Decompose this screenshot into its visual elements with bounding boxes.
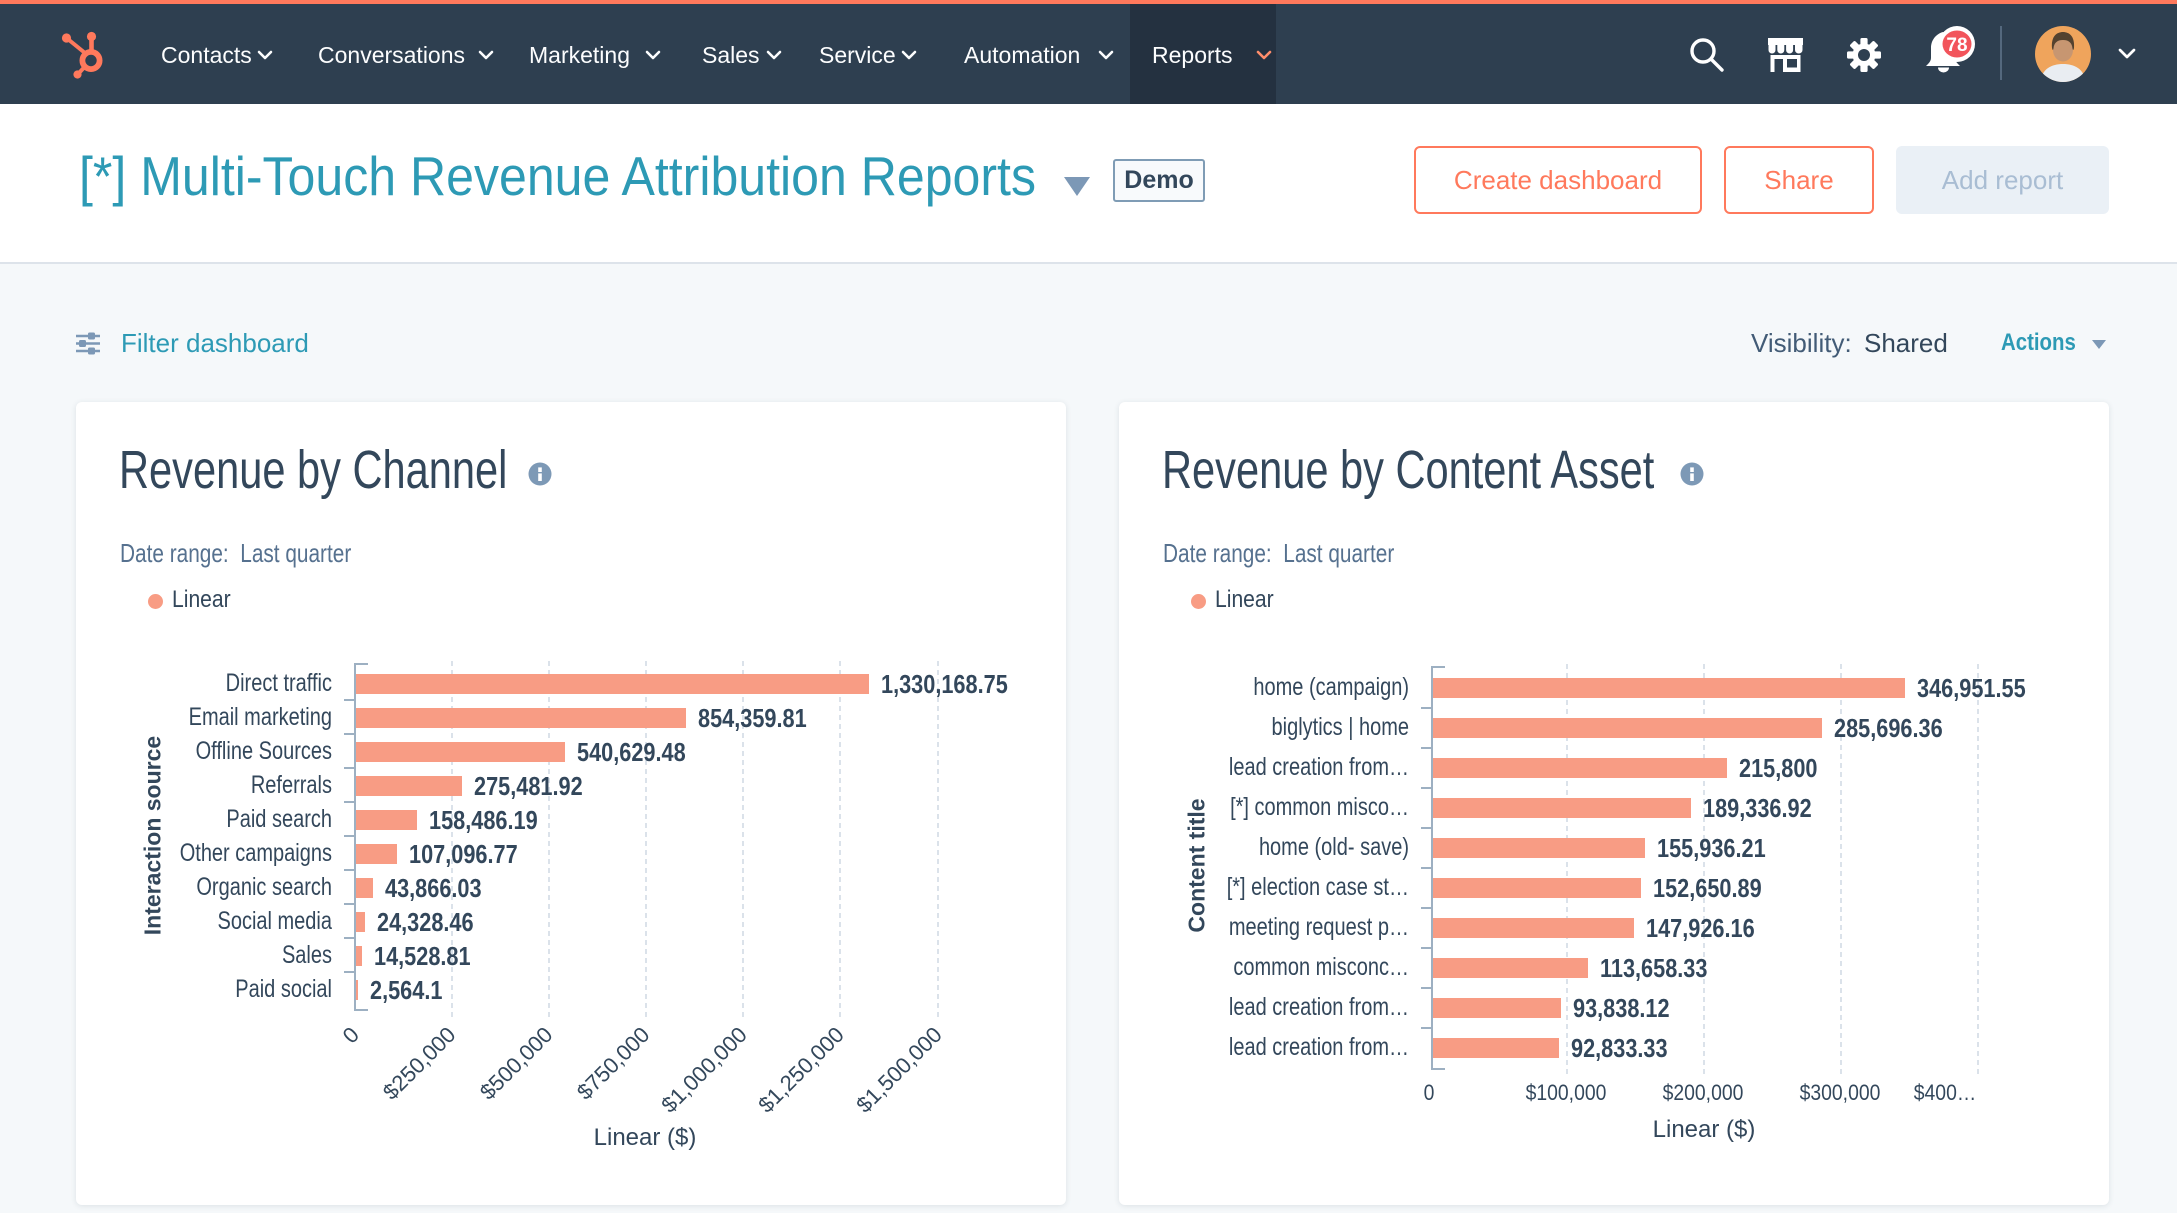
svg-text:78: 78 <box>1946 35 1967 56</box>
